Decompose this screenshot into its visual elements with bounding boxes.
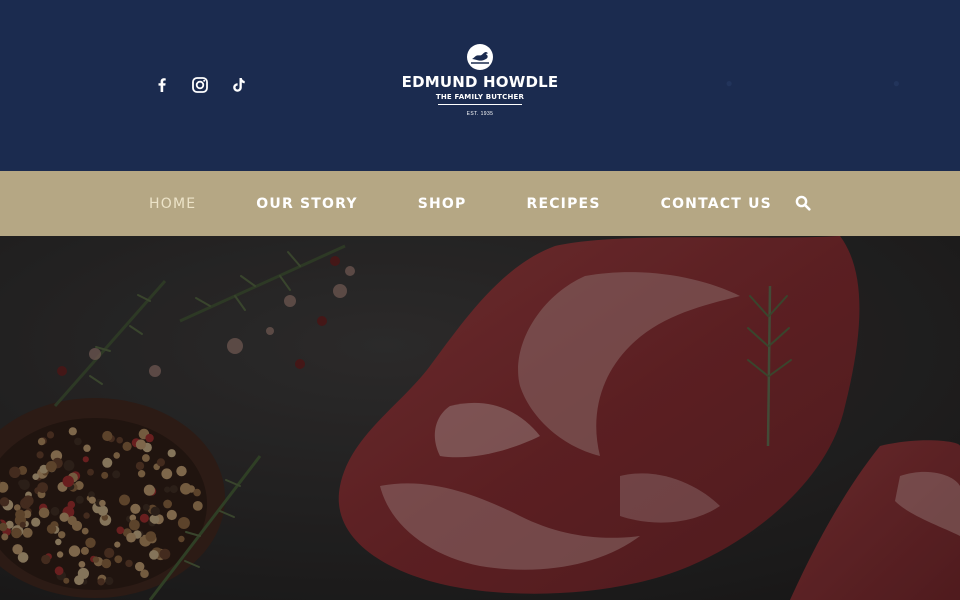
logo-divider [438,104,522,105]
logo-emblem-icon [467,44,493,70]
tiktok-icon[interactable] [228,75,248,95]
nav-item-our-story[interactable]: OUR STORY [256,196,357,212]
search-icon[interactable] [795,195,811,211]
brand-logo[interactable]: EDMUND HOWDLE THE FAMILY BUTCHER EST. 19… [400,42,560,117]
instagram-icon[interactable] [190,75,210,95]
social-links [152,75,248,95]
hero-image [0,236,960,600]
nav-menu: HOME OUR STORY SHOP RECIPES CONTACT US [149,171,832,236]
header-utility: ● ● [726,76,901,90]
brand-established: EST. 1935 [466,111,494,117]
account-icon[interactable]: ● [726,76,733,90]
nav-item-recipes[interactable]: RECIPES [526,196,600,212]
basket-icon[interactable]: ● [893,76,900,90]
site-header: EDMUND HOWDLE THE FAMILY BUTCHER EST. 19… [0,0,960,171]
brand-name: EDMUND HOWDLE [401,73,559,91]
steak-photo [0,236,960,600]
brand-tagline: THE FAMILY BUTCHER [435,93,525,101]
main-nav: HOME OUR STORY SHOP RECIPES CONTACT US [0,171,960,236]
nav-item-home[interactable]: HOME [149,196,196,212]
nav-item-contact-us[interactable]: CONTACT US [661,196,772,212]
facebook-icon[interactable] [152,75,172,95]
nav-item-shop[interactable]: SHOP [418,196,467,212]
